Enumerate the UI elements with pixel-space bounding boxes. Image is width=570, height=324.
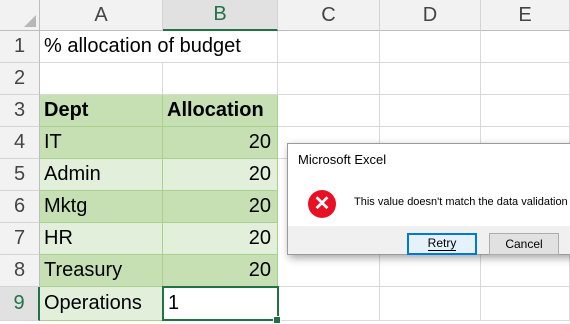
cell-c9[interactable]	[278, 287, 380, 321]
row-header-4[interactable]: 4	[0, 127, 40, 159]
retry-button[interactable]: Retry	[407, 233, 477, 255]
table-row-allocation[interactable]: 20	[163, 223, 278, 255]
column-header-c[interactable]: C	[278, 0, 380, 31]
column-header-e[interactable]: E	[481, 0, 570, 31]
cell-a2[interactable]	[40, 63, 163, 95]
cell-e9[interactable]	[481, 287, 570, 321]
table-row-dept[interactable]: HR	[40, 223, 163, 255]
cell-a9-dept[interactable]: Operations	[40, 287, 163, 321]
row-header-9[interactable]: 9	[0, 287, 40, 321]
row-header-7[interactable]: 7	[0, 223, 40, 255]
error-icon: ✕	[308, 190, 336, 218]
cell-c8[interactable]	[278, 255, 380, 287]
data-validation-error-dialog: Microsoft Excel ✕ This value doesn't mat…	[287, 143, 570, 255]
table-header-dept[interactable]: Dept	[40, 95, 163, 127]
cell-b2[interactable]	[163, 63, 278, 95]
cell-d3[interactable]	[380, 95, 481, 127]
table-row-dept[interactable]: Admin	[40, 159, 163, 191]
cell-e1[interactable]	[481, 31, 570, 63]
row-header-8[interactable]: 8	[0, 255, 40, 287]
cancel-button[interactable]: Cancel	[489, 233, 559, 255]
table-row-allocation[interactable]: 20	[163, 127, 278, 159]
row-header-5[interactable]: 5	[0, 159, 40, 191]
cell-c2[interactable]	[278, 63, 380, 95]
cell-e2[interactable]	[481, 63, 570, 95]
table-row-dept[interactable]: Mktg	[40, 191, 163, 223]
row-header-3[interactable]: 3	[0, 95, 40, 127]
row-header-1[interactable]: 1	[0, 31, 40, 63]
table-row-dept[interactable]: IT	[40, 127, 163, 159]
cell-e8[interactable]	[481, 255, 570, 287]
cell-d2[interactable]	[380, 63, 481, 95]
select-all-triangle-icon	[24, 15, 36, 27]
table-header-allocation[interactable]: Allocation	[163, 95, 278, 127]
select-all-corner[interactable]	[0, 0, 40, 31]
cell-d8[interactable]	[380, 255, 481, 287]
cell-c1[interactable]	[278, 31, 380, 63]
retry-button-label: Retry	[427, 236, 457, 251]
cell-d9[interactable]	[380, 287, 481, 321]
dialog-body: ✕ This value doesn't match the data vali…	[288, 174, 570, 226]
column-header-a[interactable]: A	[40, 0, 163, 31]
column-header-d[interactable]: D	[380, 0, 481, 31]
table-row-allocation[interactable]: 20	[163, 255, 278, 287]
table-row-dept[interactable]: Treasury	[40, 255, 163, 287]
cell-c3[interactable]	[278, 95, 380, 127]
dialog-title[interactable]: Microsoft Excel	[288, 144, 570, 174]
row-header-6[interactable]: 6	[0, 191, 40, 223]
row-header-2[interactable]: 2	[0, 63, 40, 95]
column-header-b[interactable]: B	[163, 0, 278, 31]
cell-b9-active-input[interactable]: 1	[162, 286, 279, 321]
dialog-message: This value doesn't match the data valida…	[354, 196, 568, 208]
table-row-allocation[interactable]: 20	[163, 191, 278, 223]
cell-d1[interactable]	[380, 31, 481, 63]
cell-b1[interactable]	[163, 31, 278, 63]
cell-e3[interactable]	[481, 95, 570, 127]
table-row-allocation[interactable]: 20	[163, 159, 278, 191]
